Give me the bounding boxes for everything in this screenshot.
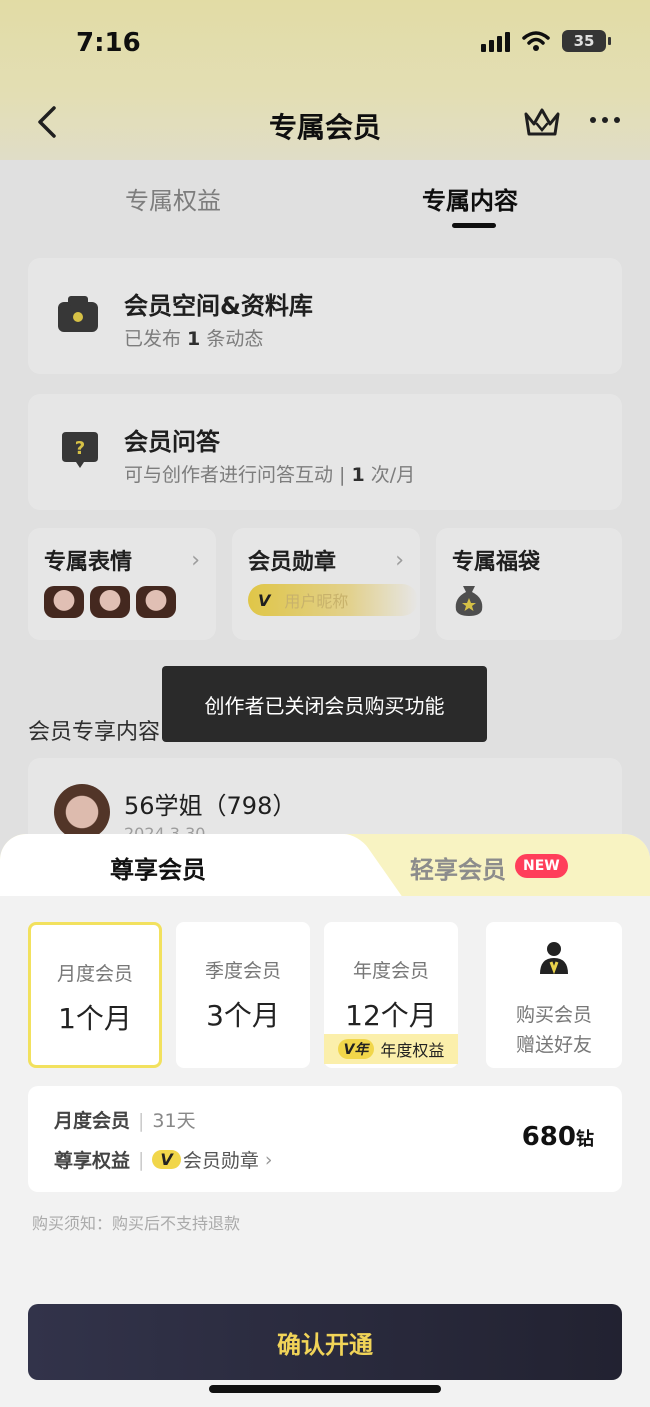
plan-duration: 12个月 [345, 999, 437, 1032]
price-unit: 钻 [576, 1129, 594, 1150]
plan-name: 月度会员 [56, 963, 133, 985]
sheet-body: 月度会员 1个月 季度会员 3个月 年度会员 12个月 V年 年度权益 购买会员… [0, 896, 650, 1407]
price-amount: 680 [521, 1122, 576, 1152]
separator: | [138, 1110, 145, 1132]
gift-membership-button[interactable]: 购买会员 赠送好友 [486, 922, 622, 1068]
v-badge-icon: V [152, 1150, 181, 1169]
summary-benefit-text: 会员勋章 [182, 1150, 259, 1172]
plan-option-quarterly[interactable]: 季度会员 3个月 [176, 922, 310, 1068]
toast-message: 创作者已关闭会员购买功能 [162, 666, 487, 742]
plan-duration: 3个月 [206, 999, 280, 1032]
summary-benefit-label: 尊享权益 [54, 1150, 131, 1172]
summary-plan-line: 月度会员 | 31天 [54, 1106, 196, 1133]
price: 680钻 [522, 1122, 594, 1152]
summary-plan-label: 月度会员 [54, 1110, 131, 1132]
tab-premium-member[interactable]: 尊享会员 [110, 850, 206, 885]
gift-label: 购买会员 赠送好友 [486, 1000, 622, 1060]
plan-name: 年度会员 [352, 960, 429, 982]
confirm-button[interactable]: 确认开通 [28, 1304, 622, 1380]
plan-options: 月度会员 1个月 季度会员 3个月 年度会员 12个月 V年 年度权益 购买会员… [28, 922, 622, 1068]
yearly-benefit-tag: V年 年度权益 [324, 1034, 458, 1064]
v-year-badge: V年 [337, 1039, 375, 1059]
summary-benefit-line[interactable]: 尊享权益 | V 会员勋章 › [54, 1146, 272, 1173]
plan-name: 季度会员 [204, 960, 281, 982]
yearly-benefit-text: 年度权益 [380, 1041, 445, 1060]
gift-user-icon [540, 942, 568, 975]
chevron-right-icon: › [264, 1148, 273, 1171]
membership-type-tabs: 尊享会员 轻享会员 NEW [0, 834, 650, 896]
plan-duration: 1个月 [58, 1002, 132, 1035]
plan-option-monthly[interactable]: 月度会员 1个月 [28, 922, 162, 1068]
purchase-sheet: 尊享会员 轻享会员 NEW 月度会员 1个月 季度会员 3个月 年度会员 12个… [0, 834, 650, 1407]
gift-label-line1: 购买会员 [515, 1004, 592, 1026]
purchase-notice: 购买须知：购买后不支持退款 [32, 1214, 241, 1233]
home-indicator[interactable] [209, 1385, 441, 1393]
plan-option-yearly[interactable]: 年度会员 12个月 V年 年度权益 [324, 922, 458, 1068]
gift-label-line2: 赠送好友 [515, 1034, 592, 1056]
new-badge: NEW [515, 854, 568, 878]
order-summary: 月度会员 | 31天 尊享权益 | V 会员勋章 › 680钻 [28, 1086, 622, 1192]
summary-days: 31天 [152, 1110, 196, 1132]
separator: | [138, 1148, 145, 1171]
tab-light-member[interactable]: 轻享会员 [410, 850, 506, 885]
